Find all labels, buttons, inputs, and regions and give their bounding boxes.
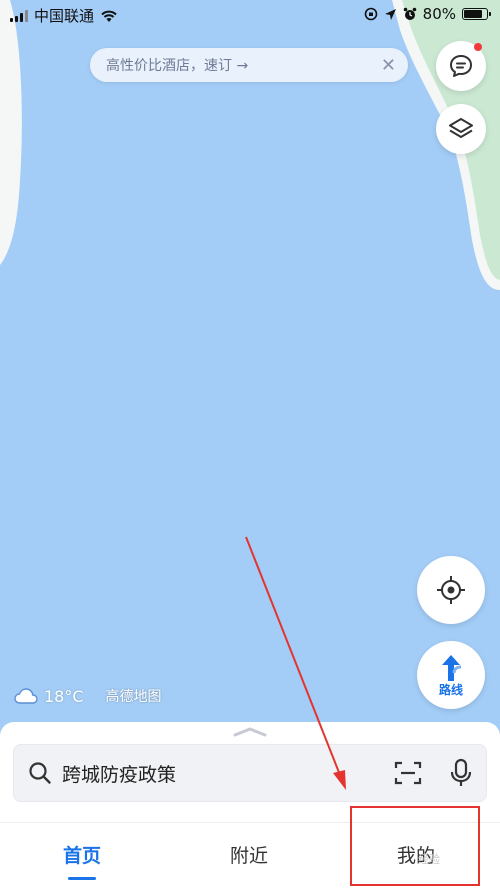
temperature: 18°C — [44, 686, 84, 706]
route-label: 路线 — [438, 682, 463, 697]
weather-widget[interactable]: 18°C 高德地图 — [14, 686, 162, 706]
alarm-icon — [403, 7, 416, 20]
search-icon — [28, 761, 52, 785]
microphone-icon[interactable] — [450, 758, 472, 788]
route-arrow-icon — [442, 654, 462, 681]
search-bar[interactable]: 跨城防疫政策 — [13, 744, 487, 802]
route-button[interactable]: 路线 — [417, 641, 485, 709]
crosshair-icon — [437, 576, 465, 604]
layers-icon — [449, 118, 473, 138]
chevron-up-icon[interactable] — [232, 726, 268, 738]
tab-nearby[interactable]: 附近 — [199, 841, 299, 868]
orientation-lock-icon — [364, 7, 377, 21]
carrier-label: 中国联通 — [34, 7, 95, 25]
promo-banner[interactable]: 高性价比酒店，速订 → ✕ — [90, 48, 408, 82]
brand-logo-text: 高德地图 — [105, 689, 162, 705]
layers-button[interactable] — [436, 104, 486, 154]
cloud-icon — [14, 688, 38, 704]
promo-text[interactable]: 高性价比酒店，速订 → — [106, 55, 381, 75]
signal-icon — [10, 9, 28, 22]
wifi-icon — [101, 10, 117, 22]
message-icon — [450, 55, 472, 77]
locate-button[interactable] — [417, 556, 485, 624]
location-arrow-icon — [384, 8, 396, 20]
message-button[interactable] — [436, 41, 486, 91]
tab-home[interactable]: 首页 — [32, 841, 132, 868]
close-icon[interactable]: ✕ — [381, 55, 396, 76]
battery-percent: 80% — [422, 5, 456, 23]
tab-active-indicator — [68, 877, 96, 880]
highlight-box — [350, 806, 480, 886]
search-input[interactable]: 跨城防疫政策 — [62, 760, 394, 787]
battery-icon — [462, 8, 491, 20]
notification-dot — [474, 43, 482, 51]
status-bar: 中国联通 80% — [0, 0, 500, 30]
scan-icon[interactable] — [394, 760, 422, 786]
